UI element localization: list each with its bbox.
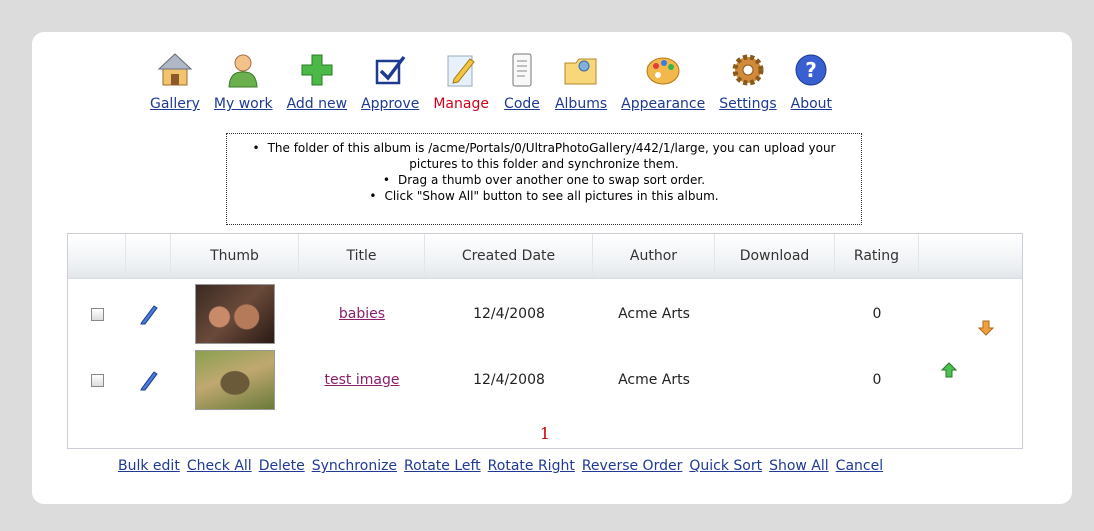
nav-appearance[interactable]: Appearance — [621, 50, 705, 112]
document-icon — [503, 50, 541, 90]
author: Acme Arts — [618, 306, 690, 322]
folder-notice: The folder of this album is /acme/Portal… — [226, 133, 862, 225]
help-icon: ? — [792, 50, 830, 90]
gear-icon — [729, 50, 767, 90]
up-arrow-icon — [941, 362, 957, 378]
action-links: Bulk edit Check All Delete Synchronize R… — [118, 458, 890, 474]
quick-sort-link[interactable]: Quick Sort — [689, 458, 762, 474]
nav-approve[interactable]: Approve — [361, 50, 419, 112]
svg-text:?: ? — [806, 58, 818, 82]
nav-code[interactable]: Code — [503, 50, 541, 112]
rating: 0 — [872, 372, 882, 388]
header-download: Download — [715, 234, 835, 278]
notice-line: The folder of this album is /acme/Portal… — [237, 140, 851, 172]
pager-page-number[interactable]: 1 — [68, 424, 1022, 443]
header-edit — [126, 234, 171, 278]
nav-albums[interactable]: Albums — [555, 50, 607, 112]
synchronize-link[interactable]: Synchronize — [312, 458, 397, 474]
picture-title-link[interactable]: test image — [325, 372, 400, 388]
nav-my-work[interactable]: My work — [214, 50, 273, 112]
person-icon — [224, 50, 262, 90]
header-created-date: Created Date — [425, 234, 593, 278]
row-checkbox[interactable] — [90, 373, 104, 387]
notice-line: Click "Show All" button to see all pictu… — [237, 188, 851, 204]
nav-label: Gallery — [150, 96, 200, 112]
reverse-order-link[interactable]: Reverse Order — [582, 458, 683, 474]
header-rating: Rating — [835, 234, 919, 278]
bulk-edit-link[interactable]: Bulk edit — [118, 458, 180, 474]
header-thumb: Thumb — [171, 234, 299, 278]
delete-link[interactable]: Delete — [259, 458, 305, 474]
table-row: test image 12/4/2008 Acme Arts 0 — [68, 348, 1022, 412]
nav-label: Code — [504, 96, 540, 112]
nav-label: About — [790, 96, 833, 112]
author: Acme Arts — [618, 372, 690, 388]
thumbnail-image[interactable] — [195, 284, 275, 344]
header-move — [919, 234, 1022, 278]
row-checkbox[interactable] — [90, 307, 104, 321]
picture-title-link[interactable]: babies — [339, 306, 385, 322]
notice-line: Drag a thumb over another one to swap so… — [237, 172, 851, 188]
rotate-right-link[interactable]: Rotate Right — [488, 458, 575, 474]
house-icon — [156, 50, 194, 90]
nav-label: Settings — [719, 96, 777, 112]
folder-icon — [562, 50, 600, 90]
header-title: Title — [299, 234, 425, 278]
show-all-link[interactable]: Show All — [769, 458, 829, 474]
cancel-link[interactable]: Cancel — [836, 458, 883, 474]
nav-add-new[interactable]: Add new — [286, 50, 348, 112]
pictures-table: Thumb Title Created Date Author Download… — [67, 233, 1023, 449]
plus-icon — [298, 50, 336, 90]
nav-gallery[interactable]: Gallery — [150, 50, 200, 112]
nav-label: My work — [213, 96, 273, 112]
nav-label: Appearance — [621, 96, 706, 112]
nav-manage[interactable]: Manage — [433, 50, 489, 112]
nav-label: Add new — [286, 96, 348, 112]
header-author: Author — [593, 234, 715, 278]
nav-label: Approve — [361, 96, 420, 112]
checkbox-icon — [371, 50, 409, 90]
top-nav: Gallery My work Add new Approve Manage C… — [150, 50, 846, 112]
nav-label: Manage — [433, 96, 489, 112]
table-row: babies 12/4/2008 Acme Arts 0 — [68, 282, 1022, 346]
move-up-button[interactable] — [919, 348, 1022, 412]
edit-pencil-icon[interactable] — [126, 348, 171, 412]
nav-settings[interactable]: Settings — [719, 50, 777, 112]
download — [715, 348, 835, 412]
edit-pencil-icon[interactable] — [126, 282, 171, 346]
palette-icon — [644, 50, 682, 90]
header-select — [68, 234, 126, 278]
thumbnail-image[interactable] — [195, 350, 275, 410]
nav-about[interactable]: ? About — [791, 50, 832, 112]
pencil-note-icon — [442, 50, 480, 90]
created-date: 12/4/2008 — [473, 372, 545, 388]
download — [715, 282, 835, 346]
move-down-button[interactable] — [919, 282, 1022, 346]
table-header: Thumb Title Created Date Author Download… — [68, 234, 1022, 279]
down-arrow-icon — [978, 320, 994, 336]
nav-label: Albums — [554, 96, 608, 112]
rating: 0 — [872, 306, 882, 322]
created-date: 12/4/2008 — [473, 306, 545, 322]
check-all-link[interactable]: Check All — [187, 458, 252, 474]
rotate-left-link[interactable]: Rotate Left — [404, 458, 481, 474]
